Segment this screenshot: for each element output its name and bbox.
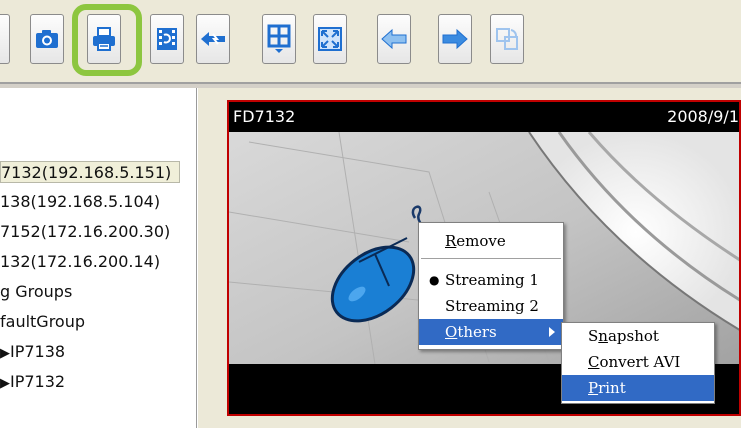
- menu-item-label: onvert AVI: [599, 353, 681, 371]
- fullscreen-button[interactable]: [313, 14, 347, 64]
- partial-toolbar-button[interactable]: [0, 14, 10, 64]
- video-date: 2008/9/1: [667, 107, 739, 126]
- menu-accelerator: C: [588, 353, 600, 371]
- camera-icon: [36, 30, 58, 48]
- menu-accelerator: O: [445, 323, 458, 341]
- menu-item-streaming-2[interactable]: Streaming 2: [419, 293, 563, 319]
- menu-item-label: Streaming 1: [445, 271, 539, 289]
- previous-button[interactable]: [377, 14, 411, 64]
- menu-separator: [419, 258, 563, 267]
- video-header: FD7132 2008/9/1: [229, 102, 739, 132]
- submenu-arrow-icon: [549, 327, 555, 337]
- grid-layout-icon: [267, 24, 291, 53]
- camera-snapshot-button[interactable]: [30, 14, 64, 64]
- tree-item-device[interactable]: 138(192.168.5.104): [0, 191, 160, 213]
- menu-item-label: thers: [457, 323, 497, 341]
- menu-item-snapshot[interactable]: Snapshot: [562, 323, 714, 349]
- context-menu: Remove ● Streaming 1 Streaming 2 Others: [418, 222, 564, 350]
- tree-item-group[interactable]: faultGroup: [0, 311, 85, 333]
- menu-item-label: apshot: [607, 327, 659, 345]
- tree-item-camera[interactable]: ▶IP7138: [0, 341, 65, 363]
- tree-item-device[interactable]: 7152(172.16.200.30): [0, 221, 170, 243]
- printer-icon: [93, 27, 115, 51]
- print-button[interactable]: [87, 14, 121, 64]
- menu-item-label: Streaming 2: [445, 297, 539, 315]
- menu-accelerator: R: [445, 232, 457, 250]
- menu-accelerator: n: [598, 327, 608, 345]
- device-tree[interactable]: 7132(192.168.5.151) 138(192.168.5.104) 7…: [0, 88, 197, 428]
- menu-item-convert-avi[interactable]: Convert AVI: [562, 349, 714, 375]
- menu-item-label: S: [588, 327, 599, 345]
- menu-accelerator: P: [588, 379, 599, 397]
- menu-item-remove[interactable]: Remove: [419, 228, 563, 254]
- camera-node-icon: ▶: [0, 376, 10, 391]
- film-refresh-icon: [157, 28, 177, 50]
- cycle-button[interactable]: [490, 14, 524, 64]
- stream-switch-icon: [201, 32, 225, 46]
- menu-item-print[interactable]: Print: [562, 375, 714, 401]
- record-button[interactable]: [150, 14, 184, 64]
- toolbar-separator: [0, 82, 741, 84]
- arrow-right-icon: [442, 28, 468, 50]
- layout-grid-button[interactable]: [262, 14, 296, 64]
- camera-name: FD7132: [233, 107, 296, 126]
- fullscreen-icon: [318, 27, 342, 51]
- submenu-others: Snapshot Convert AVI Print: [561, 322, 715, 404]
- tree-item-device[interactable]: 7132(192.168.5.151): [0, 161, 181, 183]
- tree-item-camera[interactable]: ▶IP7132: [0, 371, 65, 393]
- menu-item-label: rint: [598, 379, 626, 397]
- menu-item-label: emove: [456, 232, 506, 250]
- menu-item-others[interactable]: Others: [419, 319, 563, 345]
- tree-item-label: IP7138: [10, 342, 66, 361]
- tree-item-device[interactable]: 132(172.16.200.14): [0, 251, 160, 273]
- cycle-view-icon: [496, 28, 518, 50]
- menu-item-streaming-1[interactable]: ● Streaming 1: [419, 267, 563, 293]
- arrow-left-icon: [381, 28, 407, 50]
- camera-node-icon: ▶: [0, 346, 10, 361]
- tree-item-group-root[interactable]: g Groups: [0, 281, 72, 303]
- toolbar: [0, 0, 741, 84]
- pane-splitter[interactable]: [197, 88, 219, 428]
- radio-bullet-icon: ●: [429, 273, 440, 287]
- next-button[interactable]: [438, 14, 472, 64]
- stream-button[interactable]: [196, 14, 230, 64]
- tree-item-label: IP7132: [10, 372, 66, 391]
